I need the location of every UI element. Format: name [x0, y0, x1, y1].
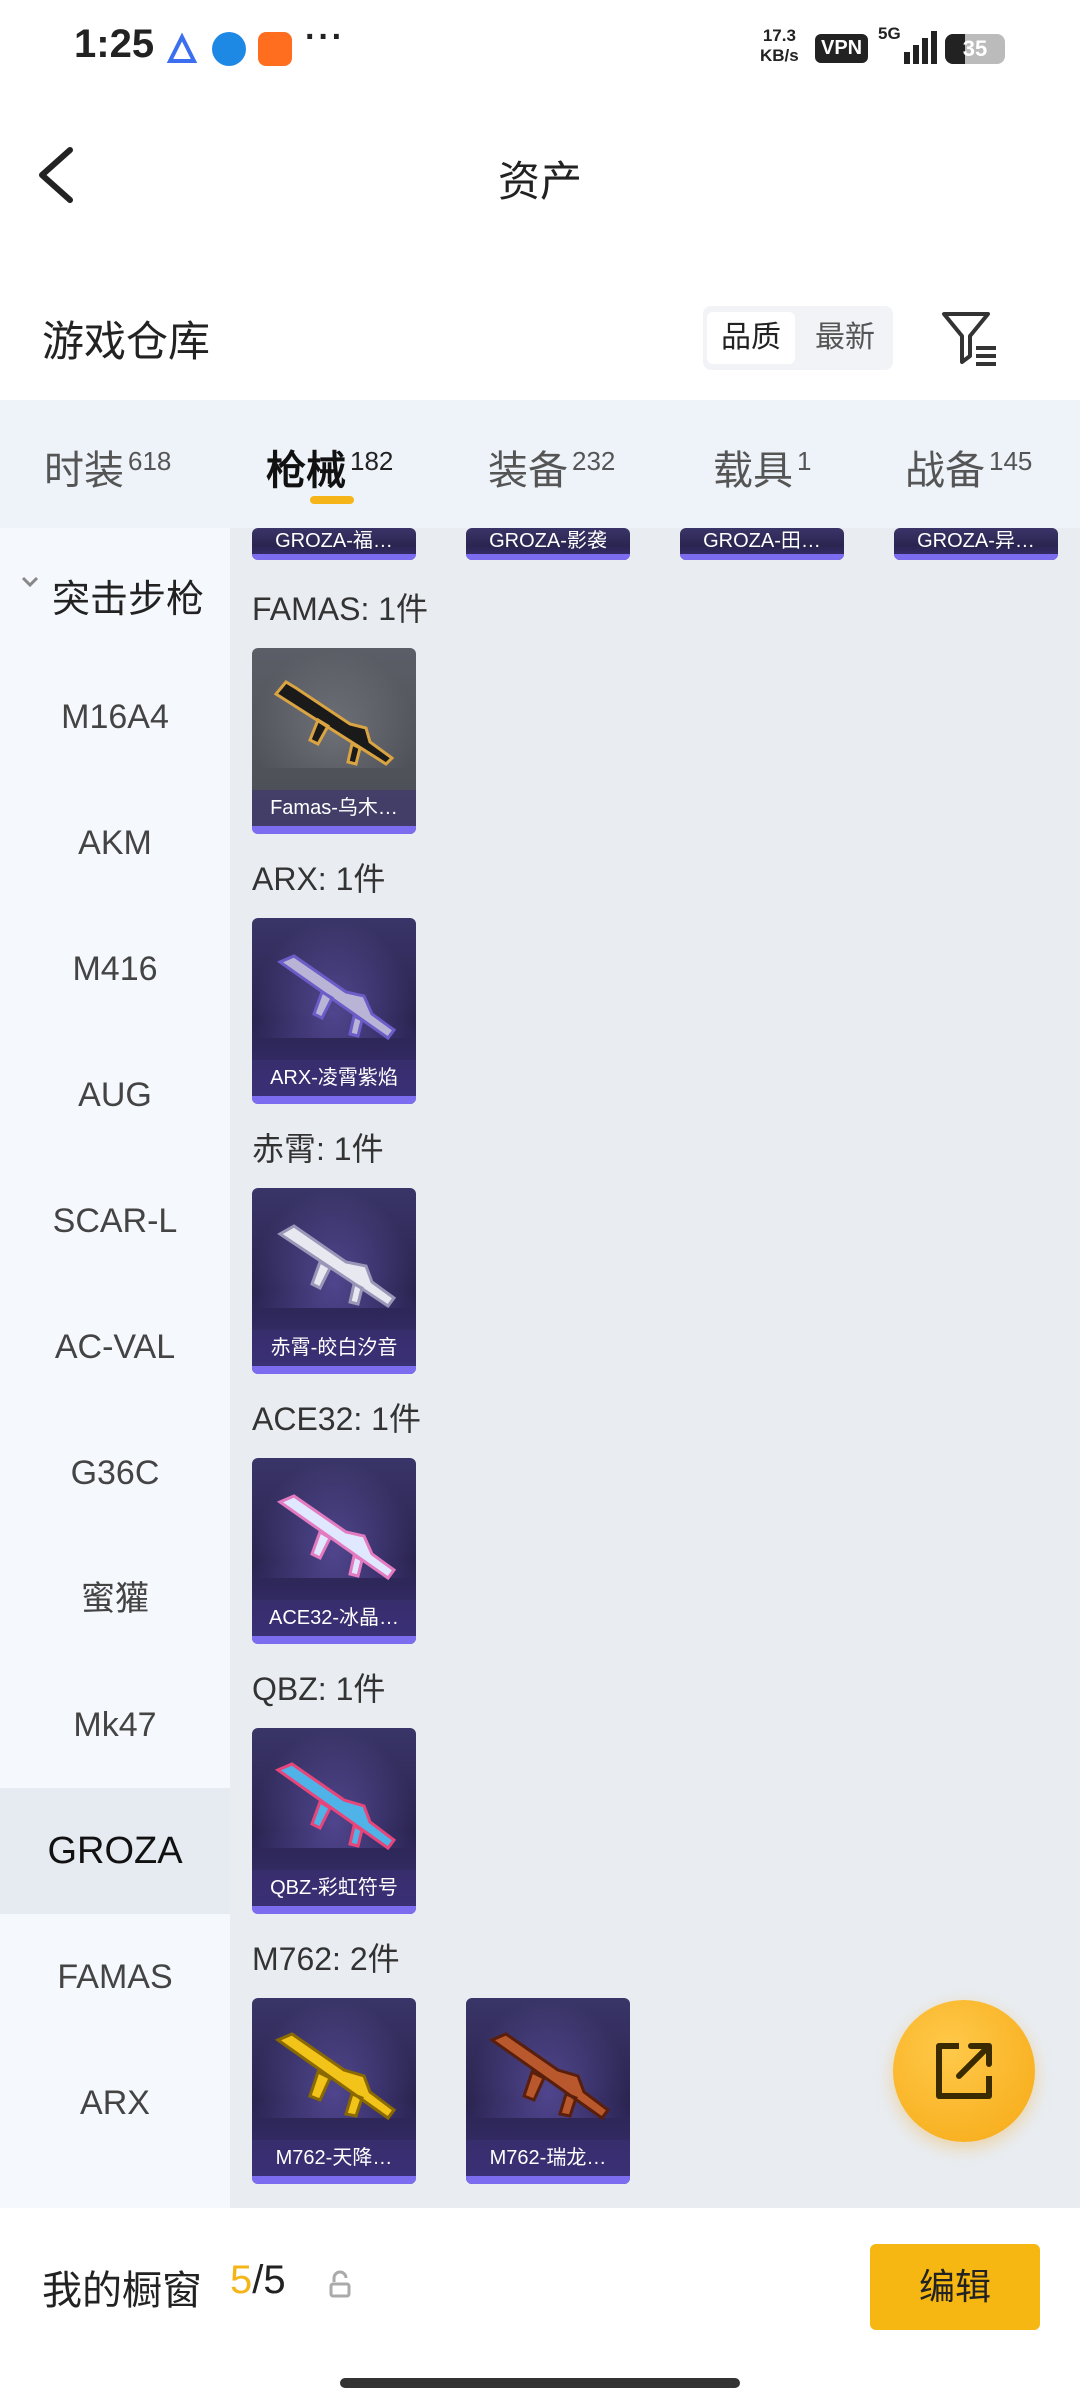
share-external-icon: [936, 2043, 992, 2099]
section-header: 游戏仓库 品质 最新: [0, 270, 1080, 400]
skin-card-label: GROZA-影袭: [489, 530, 607, 552]
battery-icon: 35: [945, 34, 1005, 64]
skin-card[interactable]: Famas-乌木…: [252, 648, 416, 834]
nav-bar: 资产: [0, 100, 1080, 255]
sort-quality-button[interactable]: 品质: [707, 312, 795, 364]
home-indicator[interactable]: [340, 2378, 740, 2388]
showcase-bar: 我的橱窗 5/5 编辑: [0, 2208, 1080, 2400]
sidebar-item-groza[interactable]: GROZA: [0, 1788, 230, 1914]
shopping-notification-icon: [258, 32, 292, 66]
sidebar-item-aug[interactable]: AUG: [0, 1032, 230, 1158]
app-notification-icon: [165, 32, 199, 66]
sidebar-group-assault-rifles[interactable]: 突击步枪: [0, 528, 230, 654]
chevron-down-icon: [21, 576, 39, 588]
tab-supplies[interactable]: 战备 145: [905, 438, 1032, 496]
category-tabs: 时装 618 枪械 182 装备 232 载具 1 战备 145: [0, 400, 1080, 528]
sidebar-item-g36c[interactable]: G36C: [0, 1410, 230, 1536]
skin-card-label: GROZA-异…: [917, 530, 1035, 552]
skin-card-label: QBZ-彩虹符号: [252, 1870, 416, 1906]
rifle-icon: [488, 2032, 611, 2121]
rifle-icon: [274, 2032, 397, 2121]
sidebar-item-arx[interactable]: ARX: [0, 2040, 230, 2166]
sidebar-item-mk47[interactable]: Mk47: [0, 1662, 230, 1788]
skin-card[interactable]: GROZA-影袭: [466, 528, 630, 560]
more-notifications-icon: ···: [305, 18, 345, 56]
skin-card[interactable]: GROZA-福…: [252, 528, 416, 560]
skin-card-label: Famas-乌木…: [252, 790, 416, 826]
skin-card-label: GROZA-福…: [275, 530, 393, 552]
signal-icon: [904, 31, 937, 64]
filter-button[interactable]: [940, 308, 1000, 368]
rifle-icon: [277, 1224, 397, 1309]
tab-fashion[interactable]: 时装 618: [44, 438, 171, 496]
tab-equipment[interactable]: 装备 232: [488, 438, 615, 496]
group-title-m762: M762: 2件: [252, 1941, 400, 1977]
skin-card-label: M762-天降…: [252, 2140, 416, 2176]
active-tab-indicator: [310, 496, 354, 504]
skin-card-label: ACE32-冰晶…: [252, 1600, 416, 1636]
showcase-count: 5/5: [230, 2258, 286, 2302]
showcase-title: 我的橱窗: [42, 2269, 202, 2313]
browser-notification-icon: [212, 32, 246, 66]
group-title-famas: FAMAS: 1件: [252, 591, 429, 627]
sidebar-item-honey-badger[interactable]: 蜜獾: [0, 1536, 230, 1662]
skin-card-label: GROZA-田…: [703, 530, 821, 552]
skin-card[interactable]: ARX-凌霄紫焰: [252, 918, 416, 1104]
skin-card[interactable]: 赤霄-皎白汐音: [252, 1188, 416, 1374]
group-title-qbz: QBZ: 1件: [252, 1671, 386, 1707]
page-title: 资产: [497, 158, 582, 205]
rifle-icon: [276, 1494, 397, 1581]
group-title-ace32: ACE32: 1件: [252, 1401, 421, 1437]
skin-card-label: 赤霄-皎白汐音: [252, 1330, 416, 1366]
skin-card-label: ARX-凌霄紫焰: [252, 1060, 416, 1096]
lock-icon: [329, 2270, 351, 2298]
sidebar-item-famas[interactable]: FAMAS: [0, 1914, 230, 2040]
sidebar-item-ac-val[interactable]: AC-VAL: [0, 1284, 230, 1410]
skin-card[interactable]: GROZA-异…: [894, 528, 1058, 560]
rifle-icon: [276, 954, 397, 1041]
skin-card[interactable]: QBZ-彩虹符号: [252, 1728, 416, 1914]
skin-card-label: M762-瑞龙…: [466, 2140, 630, 2176]
weapon-grid: GROZA-福… GROZA-影袭 GROZA-田… GROZA-异… FAMA…: [230, 528, 1080, 2208]
clock: 1:25: [74, 22, 155, 66]
sidebar-item-akm[interactable]: AKM: [0, 780, 230, 906]
status-bar: 1:25 ··· 17.3 KB/s VPN 5G 35: [0, 0, 1080, 100]
sidebar-item-scar-l[interactable]: SCAR-L: [0, 1158, 230, 1284]
sidebar-item-m416[interactable]: M416: [0, 906, 230, 1032]
rifle-icon: [273, 680, 395, 766]
filter-icon: [942, 312, 996, 366]
sort-toggle: 品质 最新: [703, 306, 893, 370]
group-title-arx: ARX: 1件: [252, 861, 386, 897]
network-speed: 17.3 KB/s: [760, 26, 799, 65]
edit-button[interactable]: 编辑: [870, 2244, 1040, 2330]
sort-newest-button[interactable]: 最新: [801, 312, 889, 364]
share-button[interactable]: [893, 2000, 1035, 2142]
skin-card[interactable]: ACE32-冰晶…: [252, 1458, 416, 1644]
network-type: 5G: [878, 24, 901, 43]
vpn-badge: VPN: [815, 34, 869, 63]
skin-card[interactable]: M762-天降…: [252, 1998, 416, 2184]
skin-card[interactable]: GROZA-田…: [680, 528, 844, 560]
weapon-sidebar: 突击步枪 M16A4 AKM M416 AUG SCAR-L AC-VAL G3…: [0, 528, 230, 2208]
sidebar-item-m16a4[interactable]: M16A4: [0, 654, 230, 780]
group-title-chixiao: 赤霄: 1件: [252, 1131, 384, 1167]
sidebar-group-label: 突击步枪: [52, 579, 205, 621]
skin-card[interactable]: M762-瑞龙…: [466, 1998, 630, 2184]
section-title: 游戏仓库: [42, 318, 211, 365]
tab-guns[interactable]: 枪械 182: [266, 438, 393, 496]
tab-vehicles[interactable]: 载具 1: [713, 438, 811, 496]
rifle-icon: [274, 1762, 397, 1851]
